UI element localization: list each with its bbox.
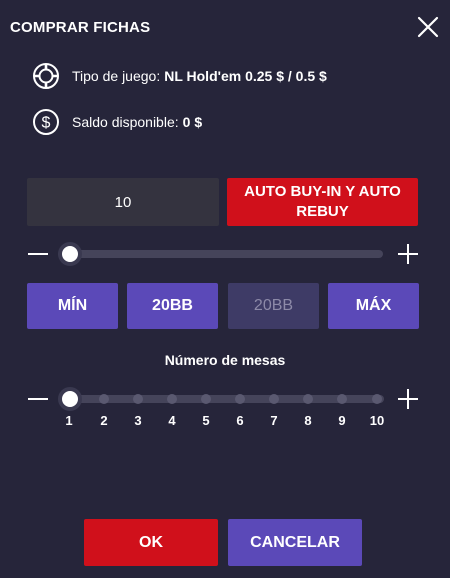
tables-slider-step[interactable] [372,394,382,404]
tables-slider-step[interactable] [269,394,279,404]
tables-slider-step[interactable] [99,394,109,404]
buyin-slider-track[interactable] [58,250,383,258]
plus-icon[interactable] [397,388,419,410]
tables-slider-step[interactable] [235,394,245,404]
dollar-coin-icon: $ [32,108,60,136]
tables-tick-label: 5 [202,413,210,428]
cancel-button[interactable]: CANCELAR [228,519,362,566]
tables-tick-label: 2 [100,413,108,428]
auto-buyin-rebuy-button[interactable]: AUTO BUY-IN Y AUTO REBUY [227,178,418,226]
tables-tick-label: 10 [369,413,385,428]
balance-label: Saldo disponible: [72,114,179,130]
tables-slider-step[interactable] [167,394,177,404]
max-preset-button[interactable]: MÁX [328,283,419,329]
tables-tick-label: 3 [134,413,142,428]
minus-icon[interactable] [27,243,49,265]
tables-tick-label: 6 [236,413,244,428]
tables-slider-step[interactable] [133,394,143,404]
20bb-preset-button[interactable]: 20BB [127,283,218,329]
20bb-preset-button-disabled[interactable]: 20BB [228,283,319,329]
dialog-title: COMPRAR FICHAS [10,19,151,36]
tables-tick-label: 4 [168,413,176,428]
plus-icon[interactable] [397,243,419,265]
svg-text:$: $ [42,115,51,132]
game-type-row: Tipo de juego: NL Hold'em 0.25 $ / 0.5 $ [32,61,327,91]
ok-button[interactable]: OK [84,519,218,566]
tables-tick-label: 1 [65,413,73,428]
balance-row: $ Saldo disponible: 0 $ [32,107,202,137]
buyin-amount-input[interactable] [27,178,219,226]
tables-slider-track[interactable] [62,395,384,403]
tables-slider-step[interactable] [337,394,347,404]
game-type-value: NL Hold'em 0.25 $ / 0.5 $ [164,68,327,84]
tables-slider-step[interactable] [201,394,211,404]
min-preset-button[interactable]: MÍN [27,283,118,329]
tables-tick-label: 9 [338,413,346,428]
tables-tick-label: 7 [270,413,278,428]
poker-chip-icon [32,62,60,90]
tables-tick-label: 8 [304,413,312,428]
tables-slider-handle[interactable] [58,387,82,411]
close-icon[interactable] [417,16,439,38]
balance-value: 0 $ [182,114,203,130]
tables-count-label: Número de mesas [164,352,286,368]
buyin-slider-handle[interactable] [58,242,82,266]
game-type-label: Tipo de juego: [72,68,161,84]
tables-slider-step[interactable] [303,394,313,404]
minus-icon[interactable] [27,388,49,410]
